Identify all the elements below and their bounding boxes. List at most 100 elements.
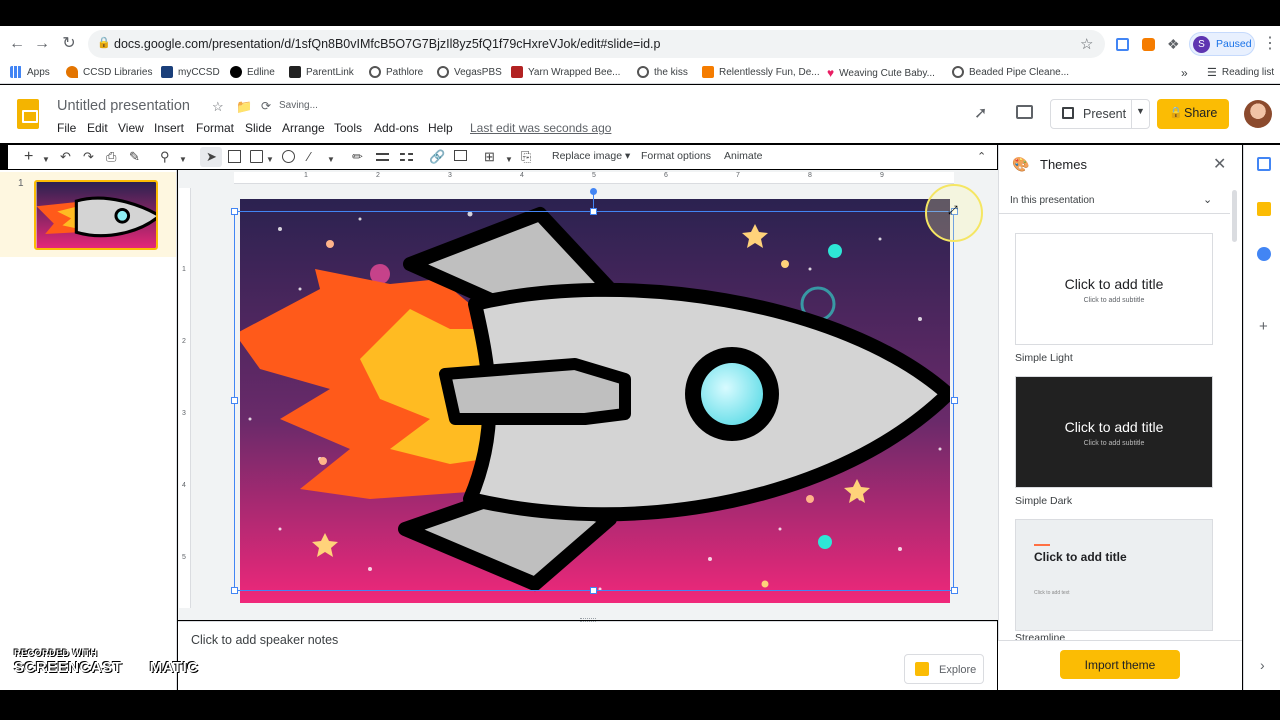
undo-icon[interactable]: ↶ <box>60 148 71 166</box>
bookmark-edline[interactable]: Edline <box>230 66 275 78</box>
slide-thumbnail[interactable] <box>34 180 158 250</box>
resize-handle[interactable] <box>951 397 958 404</box>
chevron-down-icon[interactable]: ▼ <box>42 151 50 169</box>
share-button[interactable]: 🔒 Share <box>1157 99 1229 129</box>
bookmark-vegaspbs[interactable]: VegasPBS <box>437 66 502 78</box>
menu-addons[interactable]: Add-ons <box>374 121 419 135</box>
keep-icon[interactable] <box>1257 202 1271 216</box>
back-icon[interactable]: ← <box>8 35 26 53</box>
resize-handle[interactable] <box>231 587 238 594</box>
resize-handle[interactable] <box>590 587 597 594</box>
menu-arrange[interactable]: Arrange <box>282 121 325 135</box>
puzzle-icon[interactable]: ❖ <box>1167 36 1180 53</box>
explore-label: Explore <box>939 664 977 676</box>
notes-resize-grip[interactable] <box>580 618 596 622</box>
menu-insert[interactable]: Insert <box>154 121 184 135</box>
vertical-ruler[interactable]: 1 2 3 4 5 <box>179 188 191 608</box>
comment-icon[interactable] <box>1016 105 1033 119</box>
bookmark-star-icon[interactable]: ☆ <box>1080 35 1093 53</box>
chevron-down-icon[interactable]: ▼ <box>266 151 274 169</box>
horizontal-ruler[interactable]: 1 2 3 4 5 6 7 8 9 <box>234 172 954 184</box>
reset-image-icon[interactable]: ⎘ <box>521 148 531 166</box>
more-bookmarks-icon[interactable]: » <box>1181 66 1188 80</box>
menu-dots-icon[interactable]: ⋮ <box>1261 35 1279 53</box>
select-tool[interactable]: ➤ <box>200 147 222 167</box>
explore-button[interactable]: Explore <box>904 654 984 684</box>
resize-handle[interactable] <box>231 208 238 215</box>
new-slide-icon[interactable]: + <box>24 148 33 166</box>
rotate-handle[interactable] <box>590 188 597 195</box>
add-comment-icon[interactable] <box>454 150 467 161</box>
chevron-right-icon[interactable]: › <box>1260 657 1265 673</box>
chevron-down-icon[interactable]: ▼ <box>1136 106 1145 116</box>
redo-icon[interactable]: ↷ <box>83 148 94 166</box>
bookmark-apps[interactable]: Apps <box>10 66 50 78</box>
add-addon-icon[interactable]: + <box>1259 318 1268 335</box>
zoom-icon[interactable]: ⚲ <box>160 148 170 166</box>
bookmark-myccsd[interactable]: myCCSD <box>161 66 220 78</box>
resize-handle[interactable] <box>231 397 238 404</box>
avatar[interactable] <box>1244 100 1272 128</box>
bookmark-yarn[interactable]: Yarn Wrapped Bee... <box>511 66 620 78</box>
border-color-icon[interactable]: ✏ <box>352 148 363 166</box>
bookmark-ccsd-libraries[interactable]: CCSD Libraries <box>66 66 152 78</box>
replace-image-button[interactable]: Replace image ▾ <box>552 150 630 162</box>
crop-icon[interactable]: ⊞ <box>484 148 495 166</box>
collapse-toolbar-icon[interactable]: ⌃ <box>977 148 986 166</box>
reading-list[interactable]: ☰ Reading list <box>1207 66 1274 79</box>
themes-dropdown[interactable]: In this presentation ⌄ <box>998 188 1230 214</box>
chevron-down-icon[interactable]: ▼ <box>327 151 335 169</box>
bookmark-relentlessly[interactable]: Relentlessly Fun, De... <box>702 66 820 78</box>
profile-button[interactable]: S Paused <box>1189 32 1255 56</box>
bookmark-the-kiss[interactable]: the kiss <box>637 66 688 78</box>
speaker-notes-placeholder[interactable]: Click to add speaker notes <box>191 633 338 647</box>
reload-icon[interactable]: ↻ <box>60 35 78 53</box>
calendar-icon[interactable] <box>1257 157 1271 171</box>
extension-icon[interactable] <box>1116 38 1129 51</box>
chevron-down-icon[interactable]: ▼ <box>179 151 187 169</box>
resize-handle[interactable] <box>590 208 597 215</box>
theme-card-simple-dark[interactable]: Click to add title Click to add subtitle <box>1015 376 1213 488</box>
present-button[interactable]: Present ▼ <box>1050 99 1150 129</box>
bookmark-pathlore[interactable]: Pathlore <box>369 66 423 78</box>
bookmark-beaded[interactable]: Beaded Pipe Cleane... <box>952 66 1069 78</box>
slides-logo-icon[interactable] <box>17 99 39 129</box>
menu-file[interactable]: File <box>57 121 76 135</box>
animate-button[interactable]: Animate <box>724 150 763 162</box>
import-theme-button[interactable]: Import theme <box>1060 650 1180 679</box>
line-icon[interactable]: ∕ <box>308 148 310 166</box>
close-icon[interactable]: ✕ <box>1213 154 1226 174</box>
menu-edit[interactable]: Edit <box>87 121 108 135</box>
document-title[interactable]: Untitled presentation <box>57 98 190 114</box>
forward-icon[interactable]: → <box>33 35 51 53</box>
menu-view[interactable]: View <box>118 121 144 135</box>
resize-handle[interactable] <box>951 587 958 594</box>
bookmark-parentlink[interactable]: ParentLink <box>289 66 354 78</box>
image-icon[interactable] <box>250 150 263 163</box>
move-folder-icon[interactable]: 📁 <box>236 99 252 115</box>
panel-scrollbar[interactable] <box>1232 190 1237 242</box>
menu-slide[interactable]: Slide <box>245 121 272 135</box>
format-options-button[interactable]: Format options <box>641 150 711 162</box>
print-icon[interactable]: ⎙ <box>106 148 116 166</box>
menu-format[interactable]: Format <box>196 121 234 135</box>
paint-format-icon[interactable]: ✎ <box>129 148 140 166</box>
menu-tools[interactable]: Tools <box>334 121 362 135</box>
border-weight-icon[interactable] <box>376 153 389 161</box>
theme-card-streamline[interactable]: Click to add title Click to add text <box>1015 519 1213 631</box>
last-edit-link[interactable]: Last edit was seconds ago <box>470 121 611 135</box>
link-icon[interactable]: 🔗 <box>429 148 445 166</box>
bookmark-weaving[interactable]: ♥ Weaving Cute Baby... <box>827 66 935 80</box>
theme-card-simple-light[interactable]: Click to add title Click to add subtitle <box>1015 233 1213 345</box>
star-icon[interactable]: ☆ <box>212 99 224 115</box>
menu-help[interactable]: Help <box>428 121 453 135</box>
extension-icon[interactable] <box>1142 38 1155 51</box>
trending-icon[interactable]: ➚ <box>974 103 987 123</box>
shape-icon[interactable] <box>282 150 295 163</box>
speaker-notes[interactable] <box>178 621 997 691</box>
url-field[interactable]: 🔒 docs.google.com/presentation/d/1sfQn8B… <box>88 30 1105 58</box>
chevron-down-icon[interactable]: ▼ <box>505 151 513 169</box>
tasks-icon[interactable] <box>1257 247 1271 261</box>
textbox-icon[interactable] <box>228 150 241 163</box>
border-dash-icon[interactable] <box>400 153 413 161</box>
